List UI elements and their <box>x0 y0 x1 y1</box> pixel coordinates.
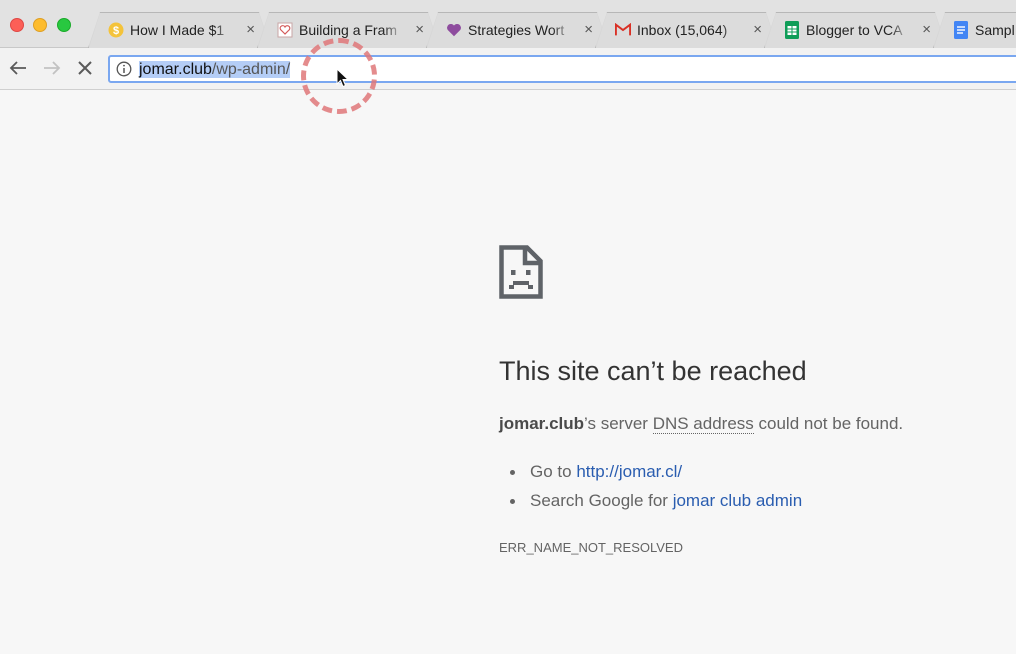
forward-arrow-icon <box>44 61 61 75</box>
suggestions-list: Go to http://jomar.cl/ Search Google for… <box>509 461 802 519</box>
svg-text:$: $ <box>113 25 119 37</box>
tab-inbox[interactable]: Inbox (15,064) × <box>595 12 778 48</box>
zoom-window-button[interactable] <box>57 18 71 32</box>
tab-strategies[interactable]: Strategies Wort × <box>426 12 609 48</box>
close-x-icon <box>78 61 92 75</box>
suggested-url-link[interactable]: http://jomar.cl/ <box>576 462 682 481</box>
close-tab-icon[interactable]: × <box>753 21 762 38</box>
url-path: /wp-admin/ <box>211 61 291 78</box>
tab-sample[interactable]: Sampl <box>933 12 1016 48</box>
tab-title: How I Made $1 <box>130 22 225 38</box>
tab-title: Inbox (15,064) <box>637 22 728 38</box>
search-google-link[interactable]: jomar club admin <box>673 491 802 510</box>
tab-title: Sampl <box>975 22 1015 38</box>
list-item: Search Google for jomar club admin <box>509 490 802 519</box>
error-description: jomar.club’s server DNS address could no… <box>499 414 903 434</box>
close-tab-icon[interactable]: × <box>415 21 424 38</box>
error-desc-part2: could not be found. <box>753 414 904 433</box>
close-tab-icon[interactable]: × <box>584 21 593 38</box>
tab-title: Blogger to VCA <box>806 22 903 38</box>
heart-icon <box>277 22 293 38</box>
error-code: ERR_NAME_NOT_RESOLVED <box>499 540 683 555</box>
stop-loading-button[interactable] <box>74 57 96 79</box>
sad-page-icon <box>499 245 543 304</box>
info-icon[interactable] <box>116 61 132 77</box>
suggestion-prefix: Go to <box>530 462 577 481</box>
tab-how-i-made[interactable]: $ How I Made $1 × <box>88 12 271 48</box>
error-host: jomar.club <box>499 414 585 433</box>
tab-title: Strategies Wort <box>468 22 565 38</box>
tab-title: Building a Fram <box>299 22 398 38</box>
forward-button[interactable] <box>41 57 63 79</box>
close-tab-icon[interactable]: × <box>922 21 931 38</box>
address-bar[interactable]: jomar.club/wp-admin/ <box>108 55 1016 83</box>
dns-address-abbr: DNS address <box>652 414 754 434</box>
address-bar-url[interactable]: jomar.club/wp-admin/ <box>139 60 291 80</box>
dollar-coin-icon: $ <box>108 22 124 38</box>
url-host: jomar.club <box>139 61 212 78</box>
error-title: This site can’t be reached <box>499 356 807 386</box>
list-item: Go to http://jomar.cl/ <box>509 461 802 490</box>
minimize-window-button[interactable] <box>33 18 47 32</box>
docs-icon <box>953 21 969 39</box>
toolbar: jomar.club/wp-admin/ <box>0 48 1016 90</box>
purple-heart-icon <box>446 22 462 38</box>
suggestion-prefix: Search Google for <box>530 491 673 510</box>
close-tab-icon[interactable]: × <box>246 21 255 38</box>
error-desc-part1: ’s server <box>584 414 653 433</box>
sheets-icon <box>784 21 800 39</box>
back-button[interactable] <box>7 57 29 79</box>
close-window-button[interactable] <box>10 18 24 32</box>
back-arrow-icon <box>9 61 26 75</box>
tab-strip: $ How I Made $1 × Building a Fram × Stra… <box>0 0 1016 48</box>
gmail-icon <box>615 22 631 38</box>
tab-blogger-to-vca[interactable]: Blogger to VCA × <box>764 12 947 48</box>
mouse-cursor-icon <box>336 68 350 88</box>
